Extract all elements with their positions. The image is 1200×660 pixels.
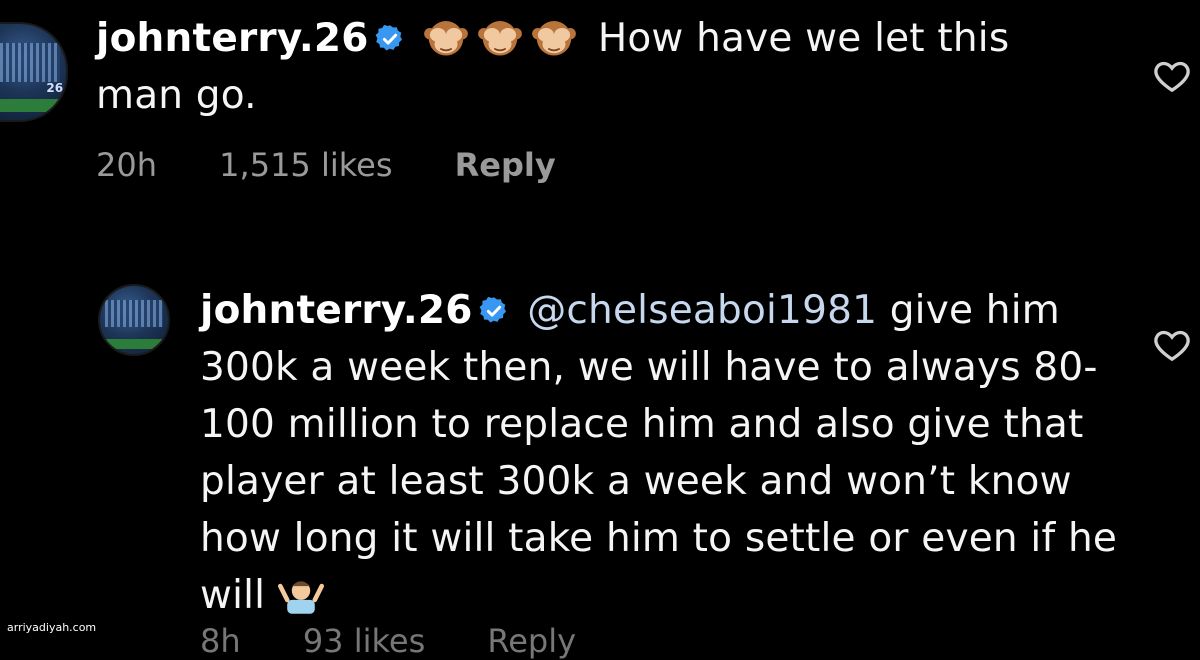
comment-meta: 8h 93 likes Reply [200,622,628,660]
comment-reply: johnterry.26 @chelseaboi1981 give him 30… [0,270,1200,660]
comment-time: 8h [200,622,241,660]
comment-body: johnterry.26 How have we let this man go… [96,10,1096,124]
avatar[interactable] [98,284,170,356]
comment-text: give him 300k a week then, we will have … [200,288,1118,618]
avatar-photo [0,43,61,82]
heart-icon[interactable] [1152,56,1192,96]
avatar[interactable]: 26 [0,22,68,122]
heart-icon[interactable] [1152,325,1192,365]
username[interactable]: johnterry.26 [96,16,369,61]
verified-badge-icon [375,24,402,51]
see-no-evil-monkey-icon [532,21,577,56]
reply-button[interactable]: Reply [487,622,576,660]
see-no-evil-monkey-icon [424,21,469,56]
man-shrugging-icon [277,581,324,614]
comment-time: 20h [96,146,157,184]
watermark: arriyadiyah.com [4,620,100,635]
comment-body: johnterry.26 @chelseaboi1981 give him 30… [200,282,1160,624]
mention-link[interactable]: @chelseaboi1981 [527,288,877,333]
username[interactable]: johnterry.26 [200,288,473,333]
verified-badge-icon [479,296,506,323]
reply-button[interactable]: Reply [455,146,556,184]
likes-count[interactable]: 1,515 likes [219,146,392,184]
comment: 26 johnterry.26 How have we let this man… [0,0,1200,220]
likes-count[interactable]: 93 likes [303,622,425,660]
see-no-evil-monkey-icon [478,21,523,56]
comment-meta: 20h 1,515 likes Reply [96,146,608,184]
avatar-photo [105,299,163,327]
